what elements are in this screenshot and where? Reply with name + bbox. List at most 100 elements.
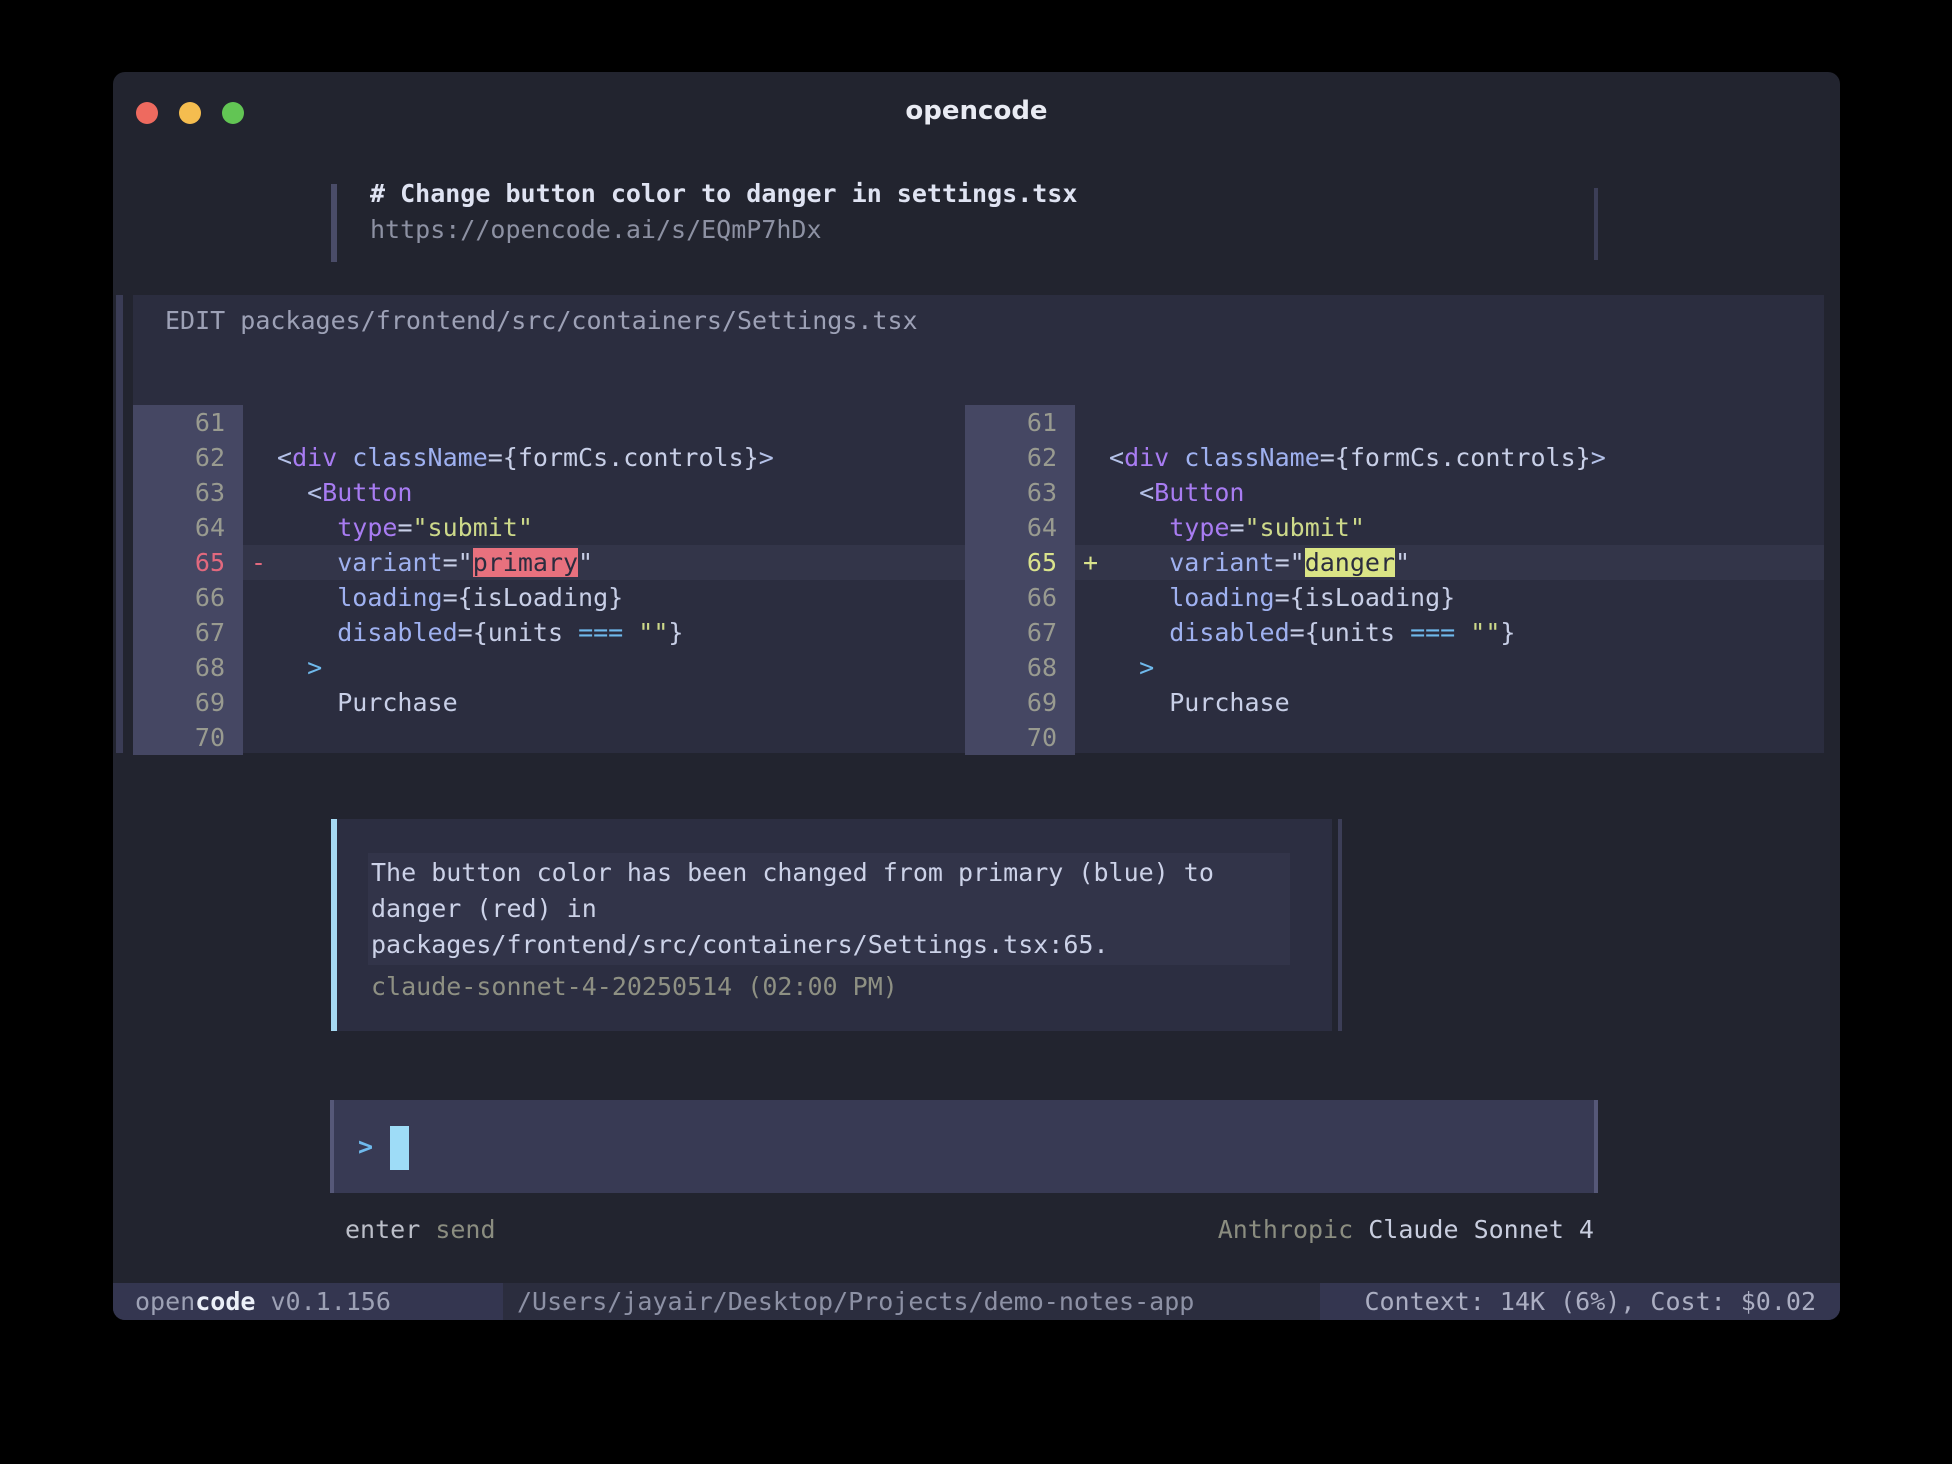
enter-send-hint: enter send xyxy=(345,1212,496,1248)
code-token-angle: < xyxy=(277,443,292,472)
provider-label: Anthropic xyxy=(1218,1215,1353,1244)
diff-row-context: 70 xyxy=(965,720,1824,755)
user-message-right-border xyxy=(1594,188,1598,260)
model-name-label: Claude Sonnet 4 xyxy=(1368,1215,1594,1244)
assistant-message-line: packages/frontend/src/containers/Setting… xyxy=(368,927,1290,963)
code-token-cyan: === xyxy=(1410,618,1455,647)
diff-marker xyxy=(243,685,277,720)
code-token-plain: ={formCs.controls} xyxy=(488,443,759,472)
code-line: <div className={formCs.controls}> xyxy=(277,440,965,475)
code-token-cyan: === xyxy=(578,618,623,647)
code-token-plain xyxy=(277,513,337,542)
assistant-message-text: The button color has been changed from p… xyxy=(368,853,1290,965)
line-number: 68 xyxy=(133,650,243,685)
diff-marker xyxy=(243,650,277,685)
line-number: 70 xyxy=(133,720,243,755)
assistant-message-line: The button color has been changed from p… xyxy=(368,855,1290,891)
code-token-string: "submit" xyxy=(413,513,533,542)
line-number: 63 xyxy=(965,475,1075,510)
input-hints-row: enter send Anthropic Claude Sonnet 4 xyxy=(330,1212,1598,1248)
diff-row-context: 64 type="submit" xyxy=(133,510,965,545)
code-token-plain: " xyxy=(1395,548,1410,577)
line-number: 61 xyxy=(965,405,1075,440)
status-bar: opencode v0.1.156 /Users/jayair/Desktop/… xyxy=(113,1283,1840,1320)
working-directory-path: /Users/jayair/Desktop/Projects/demo-note… xyxy=(517,1283,1194,1320)
hint-space xyxy=(420,1215,435,1244)
window-title: opencode xyxy=(113,96,1840,126)
code-token-plain xyxy=(1109,583,1169,612)
line-number: 69 xyxy=(965,685,1075,720)
code-token-plain xyxy=(1109,618,1169,647)
diff-marker xyxy=(1075,615,1109,650)
code-line: loading={isLoading} xyxy=(1109,580,1824,615)
diff-row-context: 61 xyxy=(965,405,1824,440)
diff-row-context: 63 <Button xyxy=(965,475,1824,510)
code-token-angle: > xyxy=(1591,443,1606,472)
enter-key-label: enter xyxy=(345,1215,420,1244)
diff-row-context: 67 disabled={units === ""} xyxy=(133,615,965,650)
diff-row-context: 68 > xyxy=(133,650,965,685)
model-timestamp-label: claude-sonnet-4-20250514 (02:00 PM) xyxy=(371,969,898,1005)
code-token-cyan: > xyxy=(1139,653,1154,682)
code-token-plain: =" xyxy=(1275,548,1305,577)
diff-marker xyxy=(1075,475,1109,510)
assistant-message-line: danger (red) in xyxy=(368,891,1290,927)
share-url[interactable]: https://opencode.ai/s/EQmP7hDx xyxy=(370,212,822,248)
send-action-label: send xyxy=(435,1215,495,1244)
code-line: Purchase xyxy=(277,685,965,720)
diff-row-removed: 65- variant="primary" xyxy=(133,545,965,580)
line-number: 63 xyxy=(133,475,243,510)
diff-marker xyxy=(243,580,277,615)
code-token-attr: disabled xyxy=(337,618,457,647)
code-token-purple: Button xyxy=(1154,478,1244,507)
text-cursor xyxy=(390,1126,409,1170)
line-number: 64 xyxy=(133,510,243,545)
code-token-plain xyxy=(277,583,337,612)
diff-marker xyxy=(243,405,277,440)
diff-row-context: 67 disabled={units === ""} xyxy=(965,615,1824,650)
input-prompt-char: > xyxy=(358,1129,373,1165)
titlebar: opencode xyxy=(113,72,1840,136)
user-prompt-heading: # Change button color to danger in setti… xyxy=(370,176,1077,212)
code-line xyxy=(1109,720,1824,755)
code-token-purple: div xyxy=(292,443,337,472)
code-token-attr: disabled xyxy=(1169,618,1289,647)
app-name-normal: open xyxy=(135,1287,195,1316)
code-token-plain xyxy=(337,443,352,472)
code-token-attr: variant xyxy=(337,548,442,577)
diff-marker xyxy=(243,615,277,650)
app-name-version: opencode v0.1.156 xyxy=(135,1283,391,1320)
edit-file-path: packages/frontend/src/containers/Setting… xyxy=(240,306,917,335)
code-token-plain xyxy=(277,653,307,682)
diff-view: 6162<div className={formCs.controls}>63 … xyxy=(133,405,1824,755)
model-indicator[interactable]: Anthropic Claude Sonnet 4 xyxy=(1218,1212,1594,1248)
line-number: 62 xyxy=(133,440,243,475)
diff-marker xyxy=(243,720,277,755)
code-line: > xyxy=(277,650,965,685)
code-token-plain xyxy=(1109,653,1139,682)
app-version: v0.1.156 xyxy=(255,1287,390,1316)
code-token-plain: } xyxy=(1500,618,1515,647)
line-number: 61 xyxy=(133,405,243,440)
diff-row-context: 61 xyxy=(133,405,965,440)
line-number: 67 xyxy=(133,615,243,650)
code-line: variant="primary" xyxy=(277,545,965,580)
code-token-plain: Purchase xyxy=(277,688,458,717)
code-token-plain xyxy=(1109,548,1169,577)
code-token-plain: = xyxy=(397,513,412,542)
code-token-string: "" xyxy=(638,618,668,647)
code-token-plain: ={units xyxy=(1290,618,1410,647)
chat-input[interactable]: > xyxy=(330,1100,1598,1193)
edit-action-label: EDIT xyxy=(165,306,225,335)
code-token-removedWord: primary xyxy=(473,548,578,577)
code-token-plain xyxy=(1109,478,1139,507)
line-number: 68 xyxy=(965,650,1075,685)
diff-row-context: 66 loading={isLoading} xyxy=(133,580,965,615)
code-token-plain: ={formCs.controls} xyxy=(1320,443,1591,472)
diff-marker xyxy=(1075,650,1109,685)
code-token-addedWord: danger xyxy=(1305,548,1395,577)
diff-marker xyxy=(1075,510,1109,545)
diff-row-context: 62 <div className={formCs.controls}> xyxy=(133,440,965,475)
code-token-purple: type xyxy=(1169,513,1229,542)
context-cost-chip: Context: 14K (6%), Cost: $0.02 xyxy=(1320,1283,1840,1320)
